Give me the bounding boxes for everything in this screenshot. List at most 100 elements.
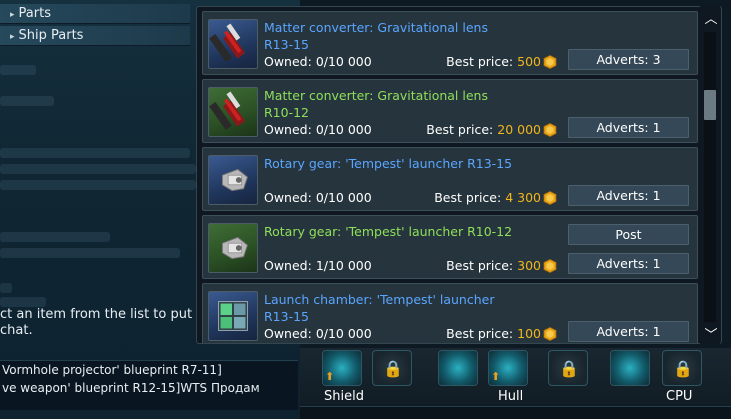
adverts-label: Adverts:: [596, 188, 649, 203]
market-item-row[interactable]: Matter converter: Gravitational lens R10-…: [202, 79, 698, 143]
best-price: Best price: 500: [446, 54, 557, 69]
price-label: Best price:: [426, 122, 494, 137]
owned-count: Owned: 1/10 000: [264, 258, 372, 273]
owned-value: 1/10 000: [315, 258, 372, 273]
market-item-row[interactable]: Rotary gear: 'Tempest' launcher R13-15 Ow…: [202, 147, 698, 211]
triangle-right-icon: ▸: [10, 10, 15, 20]
fitting-slot-locked[interactable]: 🔒: [548, 350, 588, 386]
scroll-thumb[interactable]: [704, 90, 716, 120]
market-item-list: Matter converter: Gravitational lens R13-…: [196, 6, 722, 344]
owned-label: Owned:: [264, 326, 312, 341]
best-price: Best price: 4 300: [434, 190, 557, 205]
adverts-count: 1: [652, 256, 661, 271]
price-value: 500: [517, 54, 541, 69]
adverts-count: 1: [652, 188, 661, 203]
scroll-down-icon[interactable]: ﹀: [703, 324, 719, 343]
adverts-count: 1: [652, 324, 661, 339]
owned-value: 0/10 000: [315, 326, 372, 341]
item-grade: R13-15: [264, 309, 310, 324]
adverts-button[interactable]: Adverts: 1: [568, 185, 689, 206]
owned-count: Owned: 0/10 000: [264, 122, 372, 137]
owned-value: 0/10 000: [315, 190, 372, 205]
adverts-button[interactable]: Adverts: 1: [568, 321, 689, 342]
item-grade: R10-12: [264, 105, 310, 120]
price-value: 300: [517, 258, 541, 273]
lens-icon: [208, 87, 258, 137]
adverts-button[interactable]: Adverts: 1: [568, 117, 689, 138]
owned-value: 0/10 000: [315, 122, 372, 137]
blurred-text: [0, 248, 180, 258]
market-item-row[interactable]: Matter converter: Gravitational lens R13-…: [202, 11, 698, 75]
upgrade-arrow-icon: ⬆: [491, 370, 501, 383]
fitting-slot-locked[interactable]: 🔒: [662, 350, 702, 386]
price-value: 4 300: [505, 190, 541, 205]
market-item-row[interactable]: Rotary gear: 'Tempest' launcher R10-12 Ow…: [202, 215, 698, 279]
triangle-right-icon: ▸: [10, 32, 15, 42]
fitting-slot[interactable]: [610, 350, 650, 386]
post-button[interactable]: Post: [568, 224, 689, 245]
lock-icon: 🔒: [383, 359, 403, 378]
price-label: Best price:: [446, 54, 514, 69]
category-ship-parts[interactable]: ▸ Ship Parts: [0, 26, 190, 46]
item-name: Matter converter: Gravitational lens: [264, 20, 488, 35]
category-label: Parts: [18, 6, 51, 21]
blurred-text: [0, 164, 196, 174]
best-price: Best price: 300: [446, 258, 557, 273]
category-label: Ship Parts: [18, 28, 84, 43]
credits-coin-icon: [543, 55, 557, 69]
lock-icon: 🔒: [559, 359, 579, 378]
adverts-label: Adverts:: [596, 256, 649, 271]
item-title[interactable]: Rotary gear: 'Tempest' launcher R13-15: [264, 155, 564, 172]
best-price: Best price: 100: [446, 326, 557, 341]
credits-coin-icon: [543, 327, 557, 341]
owned-label: Owned:: [264, 122, 312, 137]
adverts-button[interactable]: Adverts: 1: [568, 253, 689, 274]
blurred-text: [0, 283, 12, 293]
blurred-text: [0, 96, 54, 106]
fitting-slot-locked[interactable]: 🔒: [372, 350, 412, 386]
price-label: Best price:: [434, 190, 502, 205]
adverts-button[interactable]: Adverts: 3: [568, 49, 689, 70]
owned-count: Owned: 0/10 000: [264, 326, 372, 341]
blurred-text: [0, 297, 46, 307]
fitting-slot[interactable]: ⬆: [322, 350, 362, 386]
fitting-slot[interactable]: ⬆: [488, 350, 528, 386]
item-name: Rotary gear: 'Tempest' launcher R10-12: [264, 224, 513, 239]
adverts-count: 1: [652, 120, 661, 135]
blurred-text: [0, 148, 190, 158]
owned-count: Owned: 0/10 000: [264, 190, 372, 205]
upgrade-arrow-icon: ⬆: [325, 370, 335, 383]
item-title[interactable]: Matter converter: Gravitational lens R13-…: [264, 19, 564, 53]
owned-count: Owned: 0/10 000: [264, 54, 372, 69]
item-name: Matter converter: Gravitational lens: [264, 88, 488, 103]
hull-label: Hull: [498, 389, 524, 404]
item-title[interactable]: Matter converter: Gravitational lens R10-…: [264, 87, 564, 121]
select-item-hint: ct an item from the list to put chat.: [0, 307, 193, 338]
gear-icon: [208, 155, 258, 205]
owned-label: Owned:: [264, 54, 312, 69]
blurred-text: [0, 65, 36, 75]
adverts-count: 3: [652, 52, 661, 67]
scroll-up-icon[interactable]: ︿: [703, 8, 719, 27]
market-scrollbar[interactable]: ︿ ﹀: [700, 6, 720, 344]
chamber-icon: [208, 291, 258, 341]
owned-label: Owned:: [264, 258, 312, 273]
item-title[interactable]: Launch chamber: 'Tempest' launcher R13-15: [264, 291, 564, 325]
adverts-label: Adverts:: [596, 324, 649, 339]
blurred-text: [0, 232, 110, 242]
owned-label: Owned:: [264, 190, 312, 205]
scroll-track[interactable]: [704, 32, 716, 322]
item-grade: R13-15: [264, 37, 310, 52]
adverts-label: Adverts:: [596, 52, 649, 67]
fitting-slot[interactable]: [438, 350, 478, 386]
item-title[interactable]: Rotary gear: 'Tempest' launcher R10-12: [264, 223, 564, 240]
price-label: Best price:: [446, 326, 514, 341]
price-label: Best price:: [446, 258, 514, 273]
credits-coin-icon: [543, 123, 557, 137]
price-value: 20 000: [497, 122, 541, 137]
chat-log: Vormhole projector' blueprint R7-11] ve …: [0, 360, 298, 410]
market-item-row[interactable]: Launch chamber: 'Tempest' launcher R13-15…: [202, 283, 698, 343]
cpu-label: CPU: [666, 389, 693, 404]
item-name: Launch chamber: 'Tempest' launcher: [264, 292, 495, 307]
category-parts[interactable]: ▸ Parts: [0, 4, 190, 24]
